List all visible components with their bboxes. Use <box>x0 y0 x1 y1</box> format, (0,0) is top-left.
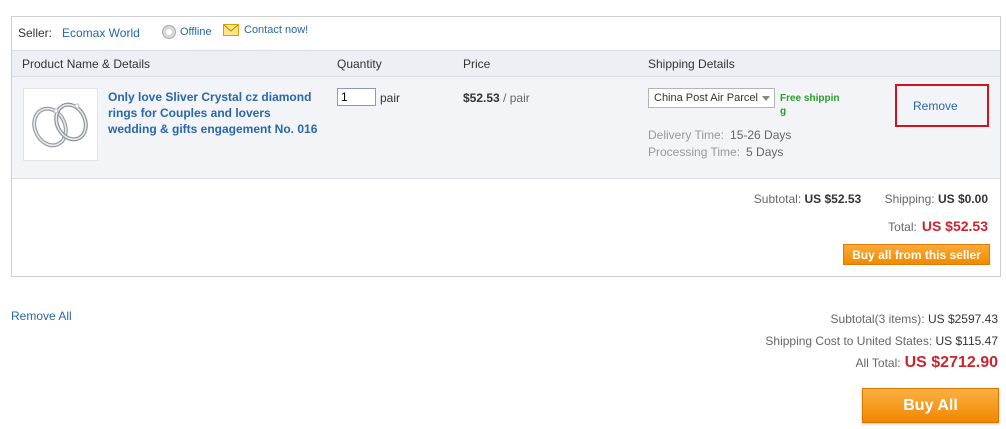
offline-status-icon <box>162 25 176 39</box>
header-shipping: Shipping Details <box>648 57 735 71</box>
seller-name-link[interactable]: Ecomax World <box>62 26 140 40</box>
price-value: $52.53 <box>463 91 500 105</box>
cart-shipping-line: Shipping Cost to United States: US $115.… <box>765 334 998 348</box>
buy-all-button[interactable]: Buy All <box>862 388 999 423</box>
cart-shipping-label: Shipping Cost to United States: <box>765 334 933 348</box>
remove-item-link[interactable]: Remove <box>913 99 958 113</box>
seller-shipping-label: Shipping: <box>884 192 935 206</box>
cart-all-total-line: All Total: US $2712.90 <box>855 354 998 372</box>
seller-summary: Subtotal: US $52.53 Shipping: US $0.00 T… <box>12 179 1000 276</box>
cart-subtotal-line: Subtotal(3 items): US $2597.43 <box>831 312 998 326</box>
cart-subtotal-label: Subtotal(3 items): <box>830 312 925 326</box>
cart-item-row: Only love Sliver Crystal cz diamond ring… <box>12 77 1000 179</box>
buy-all-from-seller-button[interactable]: Buy all from this seller <box>843 244 990 265</box>
product-thumbnail[interactable] <box>23 88 98 161</box>
contact-now-link[interactable]: Contact now! <box>223 24 308 36</box>
processing-time-label: Processing Time: <box>648 145 741 159</box>
seller-total-label: Total: <box>888 220 917 234</box>
header-quantity: Quantity <box>337 57 382 71</box>
seller-total-line: Total: US $52.53 <box>888 218 988 234</box>
seller-label: Seller: <box>18 26 53 40</box>
cart-shipping-value: US $115.47 <box>935 334 999 348</box>
processing-time: Processing Time: 5 Days <box>648 145 783 159</box>
unit-price: $52.53 / pair <box>463 91 530 105</box>
mail-icon <box>223 24 239 36</box>
quantity-unit: pair <box>380 91 401 105</box>
header-product: Product Name & Details <box>22 57 151 71</box>
free-shipping-label: Free shipping <box>780 93 840 117</box>
cart-subtotal-value: US $2597.43 <box>927 312 998 326</box>
quantity-input[interactable] <box>337 88 376 106</box>
shipping-method-value: China Post Air Parcel <box>654 92 758 104</box>
price-unit: / pair <box>503 91 530 105</box>
seller-shipping-value: US $0.00 <box>937 192 988 206</box>
remove-all-link[interactable]: Remove All <box>11 309 72 323</box>
contact-now-label: Contact now! <box>244 24 309 36</box>
chevron-down-icon <box>762 96 770 101</box>
delivery-time-value: 15-26 Days <box>730 128 792 142</box>
seller-subtotal-label: Subtotal: <box>753 192 802 206</box>
processing-time-value: 5 Days <box>746 145 784 159</box>
table-header: Product Name & Details Quantity Price Sh… <box>12 50 1000 77</box>
seller-order-panel: Seller: Ecomax World Offline Contact now… <box>11 16 1001 277</box>
seller-bar: Seller: Ecomax World Offline Contact now… <box>12 17 1000 50</box>
seller-subtotal-value: US $52.53 <box>804 192 862 206</box>
shipping-method-select[interactable]: China Post Air Parcel <box>648 88 775 108</box>
seller-total-value: US $52.53 <box>921 218 988 234</box>
delivery-time-label: Delivery Time: <box>648 128 725 142</box>
header-price: Price <box>463 57 491 71</box>
seller-status: Offline <box>162 25 212 39</box>
cart-all-total-label: All Total: <box>855 356 901 370</box>
seller-subtotal-line: Subtotal: US $52.53 Shipping: US $0.00 <box>754 192 988 206</box>
product-name-link[interactable]: Only love Sliver Crystal cz diamond ring… <box>108 89 322 137</box>
cart-all-total-value: US $2712.90 <box>904 354 998 371</box>
seller-status-label: Offline <box>180 26 212 38</box>
delivery-time: Delivery Time: 15-26 Days <box>648 128 791 142</box>
